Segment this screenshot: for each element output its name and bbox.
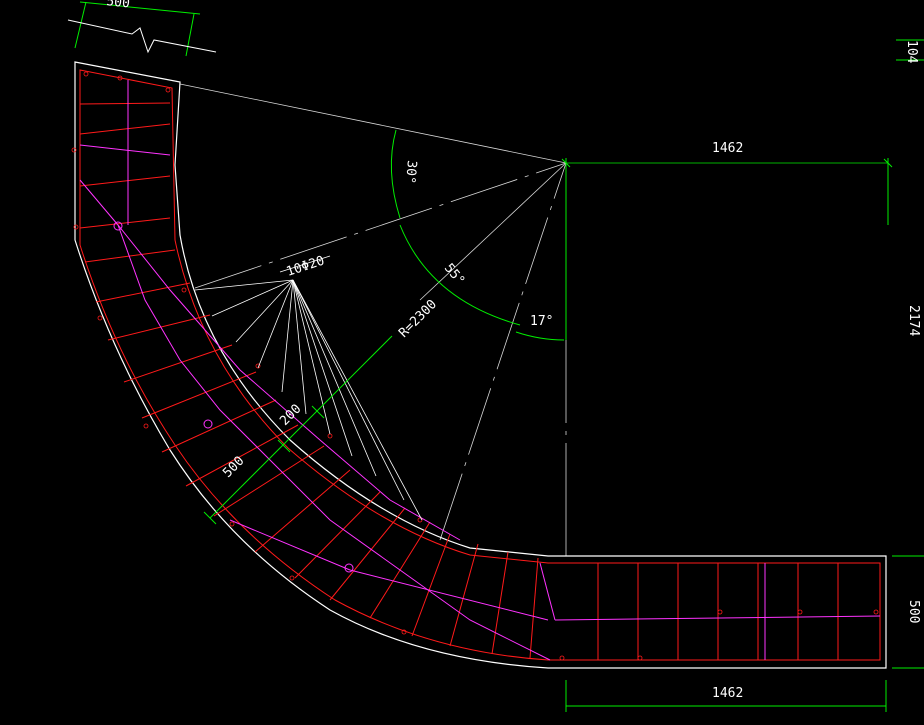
- label-horizontal-top-dim: 1462: [712, 141, 743, 156]
- label-vertical-right-dim: 2174: [906, 305, 921, 336]
- label-angle-17: 17°: [530, 314, 553, 329]
- cad-drawing-canvas: 500 104 1462 2174 500 1462 30° 55° 17° 1…: [0, 0, 924, 725]
- label-angle-30: 30°: [402, 160, 419, 185]
- label-bottom-right-dim: 500: [906, 600, 921, 623]
- label-top-right-dim: 104: [904, 40, 919, 64]
- label-horizontal-bottom-dim: 1462: [712, 686, 743, 701]
- canvas-background: [0, 0, 924, 725]
